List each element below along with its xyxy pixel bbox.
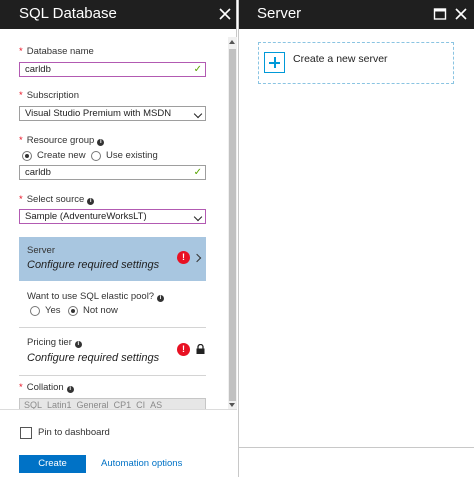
collation-label: * Collation i [19, 382, 74, 393]
radio-create-new[interactable]: Create new [22, 150, 86, 161]
chevron-down-icon [193, 212, 203, 222]
info-icon[interactable]: i [66, 386, 74, 393]
scrollbar-thumb[interactable] [229, 49, 236, 401]
automation-options-link[interactable]: Automation options [101, 458, 182, 469]
maximize-icon[interactable] [433, 7, 447, 21]
resource-group-label-text: Resource group [26, 135, 95, 146]
server-blade: Server Create a new server [238, 0, 474, 477]
radio-not-now-label: Not now [83, 305, 118, 316]
chevron-right-icon [192, 253, 202, 263]
database-name-label-text: Database name [26, 46, 94, 57]
elastic-pool-label: Want to use SQL elastic pool? i [27, 291, 165, 302]
subscription-value: Visual Studio Premium with MSDN [25, 108, 172, 119]
radio-use-existing[interactable]: Use existing [91, 150, 158, 161]
sql-database-blade: SQL Database * Database name carldb ✓ * Su… [0, 0, 237, 477]
blade-header: SQL Database [0, 0, 236, 29]
info-icon[interactable]: i [97, 139, 105, 146]
subscription-select[interactable]: Visual Studio Premium with MSDN [19, 106, 206, 121]
blade-title: SQL Database [19, 5, 117, 22]
required-marker: * [19, 46, 23, 57]
server-section[interactable]: Server Configure required settings ! [19, 237, 206, 281]
scroll-down-icon[interactable] [229, 403, 235, 407]
error-icon: ! [177, 251, 190, 264]
pricing-tier-section[interactable]: Pricing tier i Configure required setting… [19, 329, 206, 373]
pricing-tier-title: Pricing tier i [27, 337, 82, 348]
divider [19, 327, 206, 328]
required-marker: * [19, 90, 23, 101]
create-new-server-label: Create a new server [293, 53, 388, 65]
scroll-up-icon[interactable] [229, 40, 235, 44]
radio-button[interactable] [22, 150, 32, 161]
elastic-pool-label-text: Want to use SQL elastic pool? [27, 291, 155, 302]
create-new-server-tile[interactable]: Create a new server [258, 42, 454, 84]
required-marker: * [19, 135, 23, 146]
check-icon: ✓ [193, 167, 202, 178]
form-content: * Database name carldb ✓ * Subscription Vi… [0, 29, 228, 409]
lock-icon [196, 344, 205, 354]
divider [19, 375, 206, 376]
resource-group-label: * Resource group i [19, 135, 105, 146]
subscription-label-text: Subscription [26, 90, 79, 101]
error-icon: ! [177, 343, 190, 356]
required-marker: * [19, 194, 23, 205]
select-source-label-text: Select source [26, 194, 85, 205]
create-button[interactable]: Create [19, 455, 86, 473]
close-icon[interactable] [218, 7, 232, 21]
server-section-status: Configure required settings [27, 259, 160, 271]
info-icon[interactable]: i [74, 341, 82, 348]
blade-title: Server [257, 5, 302, 22]
info-icon[interactable]: i [87, 198, 95, 205]
resource-group-value: carldb [25, 167, 51, 178]
radio-button[interactable] [91, 150, 101, 161]
plus-icon [264, 52, 285, 73]
pin-to-dashboard-label[interactable]: Pin to dashboard [38, 427, 110, 438]
radio-create-new-label: Create new [37, 150, 86, 161]
database-name-input[interactable]: carldb ✓ [19, 62, 206, 77]
select-source-label: * Select source i [19, 194, 95, 205]
check-icon: ✓ [193, 64, 202, 75]
radio-use-existing-label: Use existing [106, 150, 158, 161]
radio-button[interactable] [68, 305, 78, 316]
scrollbar[interactable] [228, 37, 237, 409]
server-section-title: Server [27, 245, 55, 256]
pricing-tier-label-text: Pricing tier [27, 337, 72, 348]
radio-button[interactable] [30, 305, 40, 316]
database-name-value: carldb [25, 64, 51, 75]
subscription-label: * Subscription [19, 90, 79, 101]
close-icon[interactable] [454, 7, 468, 21]
resource-group-input[interactable]: carldb ✓ [19, 165, 206, 180]
database-name-label: * Database name [19, 46, 94, 57]
radio-yes[interactable]: Yes [30, 305, 61, 316]
divider [239, 447, 474, 448]
radio-yes-label: Yes [45, 305, 61, 316]
collation-label-text: Collation [26, 382, 64, 393]
pricing-tier-status: Configure required settings [27, 352, 160, 364]
chevron-down-icon [193, 109, 203, 119]
required-marker: * [19, 382, 23, 393]
blade-header: Server [239, 0, 474, 29]
radio-not-now[interactable]: Not now [68, 305, 118, 316]
info-icon[interactable]: i [157, 295, 165, 302]
select-source-select[interactable]: Sample (AdventureWorksLT) [19, 209, 206, 224]
pin-to-dashboard-checkbox[interactable] [20, 427, 32, 439]
blade-footer: Pin to dashboard Create Automation optio… [0, 409, 237, 477]
select-source-value: Sample (AdventureWorksLT) [25, 211, 147, 222]
collation-value: SQL_Latin1_General_CP1_CI_AS [24, 400, 163, 409]
collation-input[interactable]: SQL_Latin1_General_CP1_CI_AS [19, 398, 206, 409]
